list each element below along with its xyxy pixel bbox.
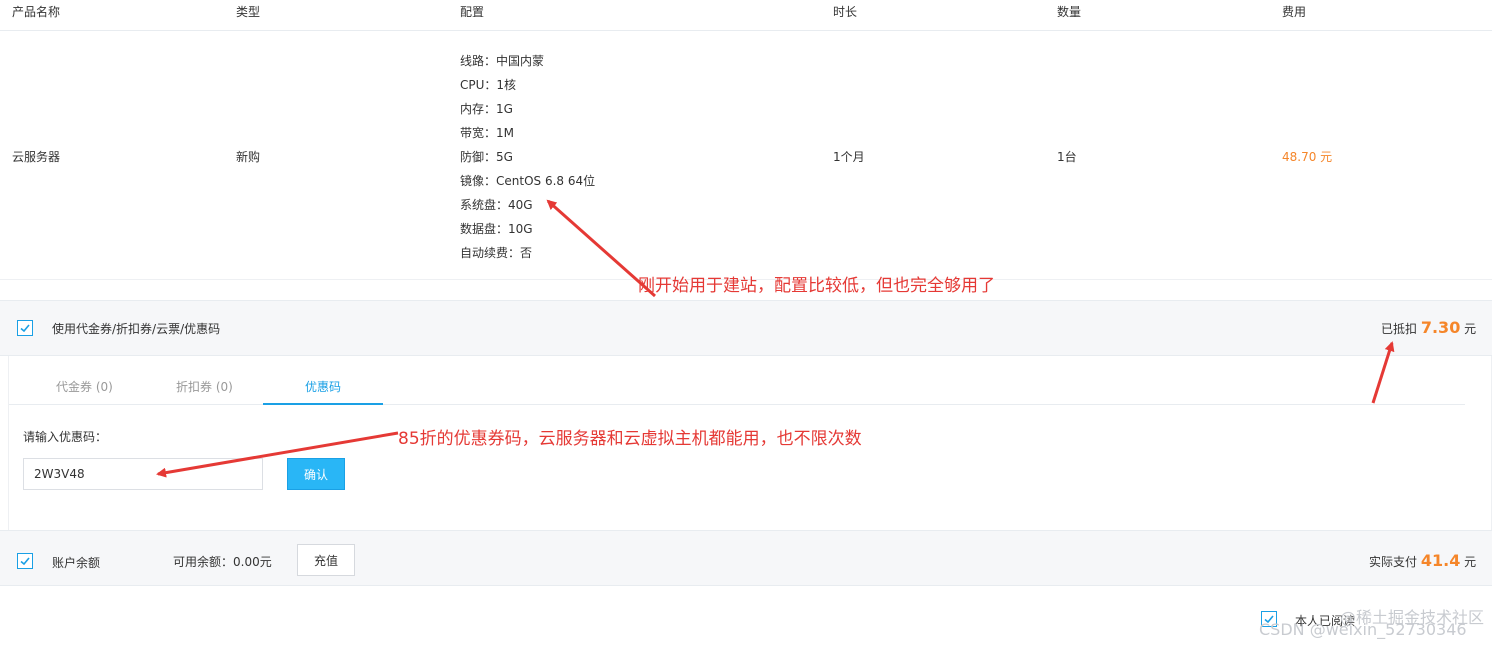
config-line: 带宽：1M [460, 126, 514, 140]
table-header: 产品名称 类型 配置 时长 数量 费用 [0, 0, 1492, 31]
config-line: 内存：1G [460, 102, 513, 116]
tab-voucher[interactable]: 代金券 (0) [56, 378, 113, 395]
config-line: 系统盘：40G [460, 198, 533, 212]
product-quantity: 1台 [1057, 150, 1077, 164]
header-cost: 费用 [1282, 5, 1307, 19]
deducted-value: 7.30 [1420, 318, 1461, 337]
header-product-name: 产品名称 [12, 5, 61, 19]
pay-unit: 元 [1464, 555, 1477, 569]
pay-label: 实际支付 [1369, 555, 1418, 569]
confirm-button[interactable]: 确认 [287, 458, 345, 490]
check-icon [20, 324, 30, 333]
header-type: 类型 [236, 5, 261, 19]
promo-code-input[interactable] [23, 458, 263, 490]
header-config: 配置 [460, 5, 485, 19]
config-line: CPU：1核 [460, 78, 517, 92]
balance-bar: 账户余额 可用余额：0.00元 充值 实际支付 41.4 元 [0, 530, 1492, 586]
annotation-config-note: 刚开始用于建站，配置比较低，但也完全够用了 [638, 276, 995, 296]
pay-value: 41.4 [1420, 551, 1461, 570]
balance-label: 账户余额 [52, 556, 101, 570]
product-type: 新购 [236, 150, 261, 164]
watermark-csdn: CSDN @weixin_52730346 [1259, 620, 1467, 639]
config-line: 数据盘：10G [460, 222, 533, 236]
deducted-summary: 已抵扣 7.30 元 [1381, 318, 1476, 337]
tab-divider [9, 404, 1465, 405]
recharge-button[interactable]: 充值 [297, 544, 355, 576]
coupon-label: 使用代金券/折扣券/云票/优惠码 [52, 322, 221, 336]
available-balance: 可用余额：0.00元 [173, 555, 272, 569]
config-line: 镜像：CentOS 6.8 64位 [460, 174, 596, 188]
deducted-unit: 元 [1464, 322, 1477, 336]
product-name: 云服务器 [12, 150, 61, 164]
tab-promo-code[interactable]: 优惠码 [305, 378, 341, 395]
coupon-checkbox[interactable] [17, 320, 33, 336]
check-icon [20, 557, 30, 566]
config-line: 防御：5G [460, 150, 513, 164]
promo-prompt: 请输入优惠码： [23, 430, 108, 444]
table-row: 云服务器 新购 线路：中国内蒙 CPU：1核 内存：1G 带宽：1M 防御：5G… [0, 31, 1492, 280]
product-duration: 1个月 [833, 150, 865, 164]
coupon-bar: 使用代金券/折扣券/云票/优惠码 已抵扣 7.30 元 [0, 300, 1492, 356]
balance-checkbox[interactable] [17, 553, 33, 569]
config-line: 线路：中国内蒙 [460, 54, 545, 68]
active-tab-indicator [263, 403, 383, 405]
deducted-label: 已抵扣 [1381, 322, 1418, 336]
pay-summary: 实际支付 41.4 元 [1369, 551, 1476, 570]
tab-discount[interactable]: 折扣券 (0) [176, 378, 233, 395]
config-line: 自动续费：否 [460, 246, 533, 260]
header-duration: 时长 [833, 5, 858, 19]
annotation-promo-note: 85折的优惠券码，云服务器和云虚拟主机都能用，也不限次数 [398, 429, 862, 449]
header-quantity: 数量 [1057, 5, 1082, 19]
product-price: 48.70 元 [1282, 150, 1333, 164]
